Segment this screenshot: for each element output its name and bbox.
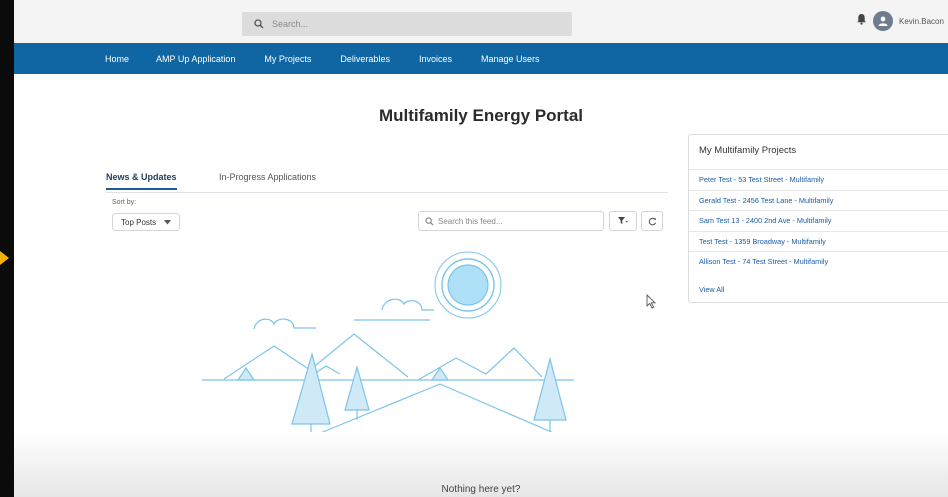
feed-search-input[interactable]: Search this feed... (418, 211, 604, 231)
nav-home[interactable]: Home (105, 54, 129, 64)
tab-in-progress-applications[interactable]: In-Progress Applications (219, 172, 316, 188)
nav-deliverables[interactable]: Deliverables (340, 54, 390, 64)
sort-label: Sort by: (112, 199, 137, 206)
nav-my-projects[interactable]: My Projects (264, 54, 311, 64)
feed-search-placeholder: Search this feed... (438, 216, 503, 226)
mouse-cursor-icon (646, 294, 657, 309)
page-title: Multifamily Energy Portal (378, 106, 584, 125)
user-menu[interactable]: Kevin.Bacon (856, 11, 944, 31)
global-header: Search... Kevin.Bacon (14, 6, 948, 43)
my-projects-card: My Multifamily Projects Peter Test - 53 … (688, 134, 948, 303)
nav-manage-users[interactable]: Manage Users (481, 54, 540, 64)
empty-feed-illustration (202, 251, 574, 453)
project-link[interactable]: Allison Test - 74 Test Street - Multifam… (689, 251, 948, 272)
feed-tabs: News & Updates In-Progress Applications (106, 172, 668, 193)
refresh-icon (648, 217, 657, 226)
view-all-link[interactable]: View All (699, 285, 724, 294)
project-link[interactable]: Sam Test 13 - 2400 2nd Ave - Multifamily (689, 210, 948, 231)
sort-value: Top Posts (121, 217, 157, 227)
card-title: My Multifamily Projects (699, 145, 797, 156)
left-arrow-marker (0, 251, 9, 265)
project-list: Peter Test - 53 Test Street - Multifamil… (689, 169, 948, 272)
user-avatar-icon[interactable] (873, 11, 893, 31)
search-icon (254, 19, 264, 29)
filter-icon (618, 217, 628, 225)
nav-amp-up-application[interactable]: AMP Up Application (156, 54, 235, 64)
bell-icon[interactable] (856, 12, 867, 30)
tab-news-updates[interactable]: News & Updates (106, 172, 177, 190)
nav-invoices[interactable]: Invoices (419, 54, 452, 64)
search-icon (425, 216, 434, 226)
search-placeholder: Search... (272, 19, 309, 29)
chevron-down-icon (164, 218, 171, 227)
app-window: Search... Kevin.Bacon Home AMP Up Applic… (14, 0, 948, 497)
project-link[interactable]: Gerald Test - 2456 Test Lane - Multifami… (689, 189, 948, 211)
project-link[interactable]: Peter Test - 53 Test Street - Multifamil… (689, 169, 948, 190)
refresh-button[interactable] (641, 211, 663, 231)
username[interactable]: Kevin.Bacon (899, 17, 944, 26)
main-nav: Home AMP Up Application My Projects Deli… (14, 43, 948, 74)
main-content: Multifamily Energy Portal News & Updates… (14, 74, 948, 497)
empty-feed-message: Nothing here yet? (441, 484, 521, 495)
project-link[interactable]: Test Test - 1359 Broadway - Multifamily (689, 230, 948, 252)
sort-select[interactable]: Top Posts (112, 213, 180, 231)
filter-button[interactable] (609, 211, 637, 231)
global-search[interactable]: Search... (242, 12, 572, 36)
